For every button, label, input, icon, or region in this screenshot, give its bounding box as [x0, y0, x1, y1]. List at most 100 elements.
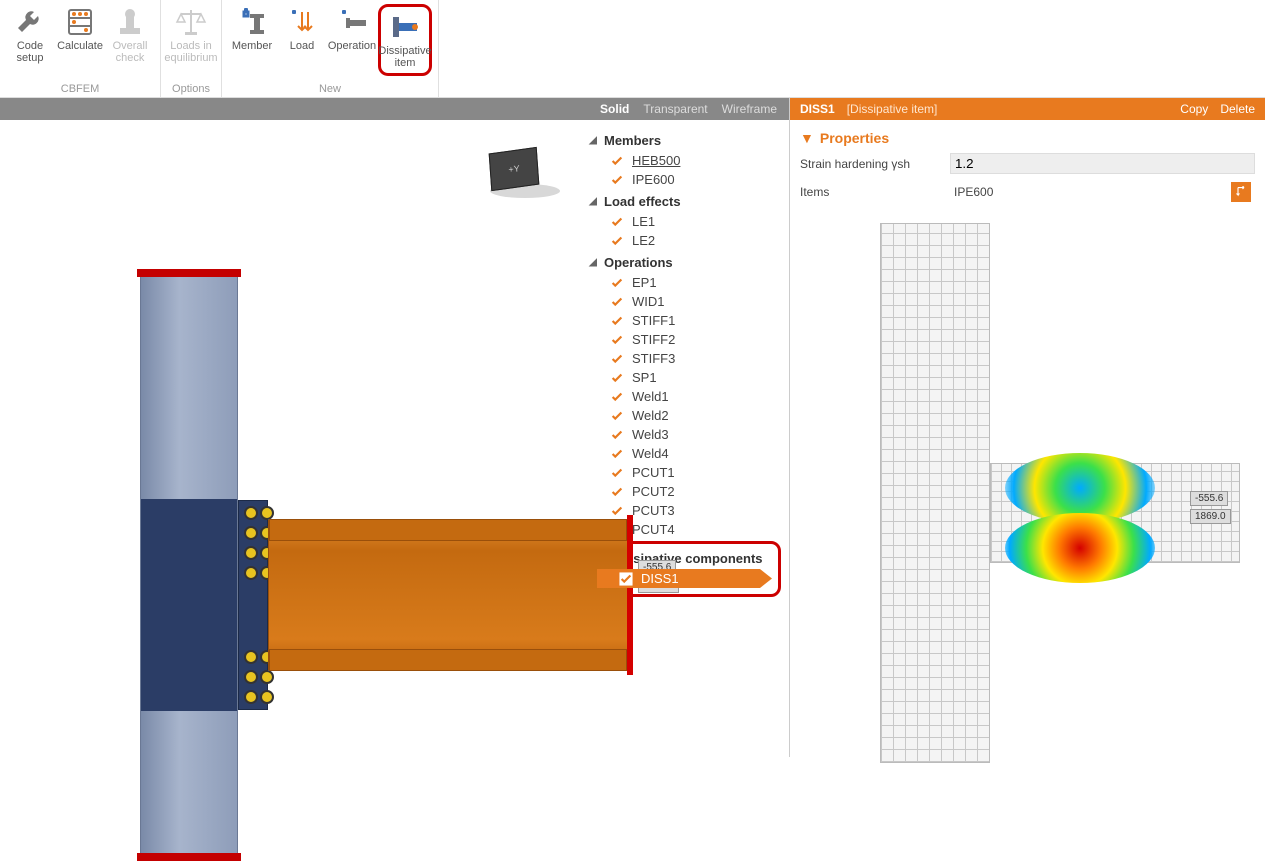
check-icon[interactable]	[610, 447, 624, 461]
view-mode-wireframe[interactable]: Wireframe	[722, 102, 777, 116]
fem-result-view[interactable]: -555.6 1869.0	[790, 213, 1265, 757]
load-button[interactable]: Load	[278, 4, 326, 54]
bolt	[260, 690, 274, 704]
tree-item[interactable]: PCUT1	[588, 463, 781, 482]
items-picker-button[interactable]	[1231, 182, 1251, 202]
check-icon[interactable]	[619, 572, 633, 586]
bolt	[244, 670, 258, 684]
ribbon-group: MemberLoadOperationDissipativeitemNew	[222, 0, 439, 97]
check-icon[interactable]	[610, 295, 624, 309]
tree-item[interactable]: SP1	[588, 368, 781, 387]
bolt	[244, 690, 258, 704]
tree-item-label: STIFF2	[632, 332, 675, 347]
tree-item[interactable]: HEB500	[588, 151, 781, 170]
tree-item[interactable]: Weld4	[588, 444, 781, 463]
nav-cube-face[interactable]: +Y	[489, 147, 540, 191]
view-mode-transparent[interactable]: Transparent	[643, 102, 707, 116]
tree-item-label: STIFF1	[632, 313, 675, 328]
tree-group-header[interactable]: ◢Operations	[588, 252, 781, 273]
tree-item[interactable]: DISS1	[597, 569, 772, 588]
tree-item-label: Weld2	[632, 408, 669, 423]
properties-heading: Properties	[820, 130, 889, 146]
tree-group-label: Dissipative components	[613, 551, 763, 566]
plus-arrows-icon	[286, 6, 318, 38]
tree-item-label: PCUT1	[632, 465, 675, 480]
strain-hardening-input[interactable]	[950, 153, 1255, 174]
ribbon-button-label: Member	[232, 40, 272, 52]
tree-item[interactable]: IPE600	[588, 170, 781, 189]
check-icon[interactable]	[610, 352, 624, 366]
check-icon[interactable]	[610, 154, 624, 168]
property-row: Strain hardening γsh	[800, 150, 1255, 177]
viewport-3d[interactable]: +Y	[0, 120, 580, 757]
mesh-column	[880, 223, 990, 763]
fem-tag-force: 1869.0	[1190, 509, 1231, 524]
fem-tag-moment: -555.6	[1190, 491, 1228, 506]
tree-item[interactable]: STIFF2	[588, 330, 781, 349]
tree-item-label: WID1	[632, 294, 665, 309]
nav-cube[interactable]: +Y	[490, 150, 560, 210]
tree-item[interactable]: LE2	[588, 231, 781, 250]
tree-item-label: LE2	[632, 233, 655, 248]
tree-item[interactable]: Weld3	[588, 425, 781, 444]
tree-item[interactable]: LE1	[588, 212, 781, 231]
properties-panel: ▼ Properties Strain hardening γsh Items …	[790, 120, 1265, 213]
selected-item-name: DISS1	[800, 102, 835, 116]
bolt	[244, 526, 258, 540]
tree-item[interactable]: EP1	[588, 273, 781, 292]
dissipative-item-button[interactable]: Dissipativeitem	[381, 9, 429, 71]
wrench-icon	[14, 6, 46, 38]
abacus-icon	[64, 6, 96, 38]
calculate-button[interactable]: Calculate	[56, 4, 104, 54]
tree-group: ◢Members HEB500 IPE600	[588, 130, 781, 189]
ribbon-group-label: Options	[167, 81, 215, 95]
ribbon-button-label: Operation	[328, 40, 376, 52]
ribbon: CodesetupCalculateOverallcheckCBFEMLoads…	[0, 0, 1265, 98]
check-icon[interactable]	[610, 485, 624, 499]
check-icon[interactable]	[610, 409, 624, 423]
check-icon[interactable]	[610, 504, 624, 518]
beam-end-stiffener	[627, 515, 633, 675]
member-button[interactable]: Member	[228, 4, 276, 54]
bolt	[244, 506, 258, 520]
view-mode-solid[interactable]: Solid	[600, 102, 629, 116]
selected-item-type: [Dissipative item]	[847, 102, 938, 116]
right-pane: DISS1 [Dissipative item] Copy Delete ▼ P…	[790, 98, 1265, 757]
tree-group-header[interactable]: ◢Load effects	[588, 191, 781, 212]
tree-group-header[interactable]: ◢Members	[588, 130, 781, 151]
check-icon[interactable]	[610, 333, 624, 347]
ribbon-button-label: Loads inequilibrium	[164, 40, 217, 64]
check-icon[interactable]	[610, 234, 624, 248]
check-icon[interactable]	[610, 173, 624, 187]
operation-button[interactable]: Operation	[328, 4, 376, 54]
tree-item[interactable]: PCUT3	[588, 501, 781, 520]
check-icon[interactable]	[610, 314, 624, 328]
tree-item-label: STIFF3	[632, 351, 675, 366]
tree-item[interactable]: STIFF1	[588, 311, 781, 330]
delete-button[interactable]: Delete	[1220, 102, 1255, 116]
properties-section-header[interactable]: ▼ Properties	[800, 126, 1255, 150]
stress-contour	[1005, 513, 1155, 583]
tree-item-label: DISS1	[641, 571, 679, 586]
tree-item[interactable]: STIFF3	[588, 349, 781, 368]
tree-item-label: SP1	[632, 370, 657, 385]
ribbon-button-label: Calculate	[57, 40, 103, 52]
tree-item-label: HEB500	[632, 153, 680, 168]
expand-caret-icon: ◢	[588, 196, 598, 207]
check-icon[interactable]	[610, 371, 624, 385]
check-icon[interactable]	[610, 276, 624, 290]
copy-button[interactable]: Copy	[1180, 102, 1208, 116]
tree-item[interactable]: Weld2	[588, 406, 781, 425]
check-icon[interactable]	[610, 215, 624, 229]
ribbon-button-label: Dissipativeitem	[378, 45, 431, 69]
tree-item[interactable]: WID1	[588, 292, 781, 311]
ribbon-button-label: Codesetup	[17, 40, 44, 64]
left-body: +Y	[0, 120, 789, 757]
check-icon[interactable]	[610, 428, 624, 442]
tree-item[interactable]: Weld1	[588, 387, 781, 406]
ribbon-group-label: CBFEM	[6, 81, 154, 95]
check-icon[interactable]	[610, 390, 624, 404]
check-icon[interactable]	[610, 466, 624, 480]
code-setup-button[interactable]: Codesetup	[6, 4, 54, 66]
tree-item[interactable]: PCUT2	[588, 482, 781, 501]
